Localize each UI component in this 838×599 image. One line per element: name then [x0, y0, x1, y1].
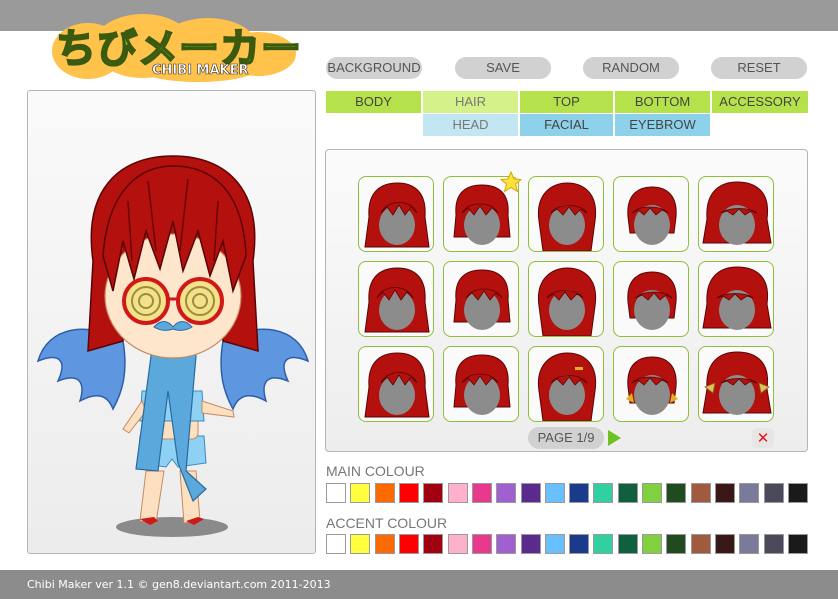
hair-style-thumbnail	[364, 267, 430, 333]
accent-colour-swatch[interactable]	[642, 534, 662, 554]
main-colour-swatch[interactable]	[399, 483, 419, 503]
main-colour-swatch[interactable]	[666, 483, 686, 503]
tab-head[interactable]: HEAD	[423, 114, 518, 136]
hair-option-6[interactable]	[358, 261, 434, 337]
accent-colour-swatch[interactable]	[375, 534, 395, 554]
hair-option-11[interactable]	[358, 346, 434, 422]
accent-colour-swatch[interactable]	[448, 534, 468, 554]
hair-option-4[interactable]	[613, 176, 689, 252]
accent-colour-swatch[interactable]	[569, 534, 589, 554]
hair-option-3[interactable]	[528, 176, 604, 252]
footer-credits: Chibi Maker ver 1.1 © gen8.deviantart.co…	[0, 570, 838, 599]
hair-style-thumbnail	[453, 354, 511, 415]
accent-colour-swatch[interactable]	[788, 534, 808, 554]
hair-option-14[interactable]	[613, 346, 689, 422]
accent-colour-swatch[interactable]	[618, 534, 638, 554]
hair-option-13[interactable]	[528, 346, 604, 422]
hair-style-thumbnail	[702, 266, 772, 330]
hair-style-thumbnail	[702, 181, 772, 245]
hair-option-5[interactable]	[698, 176, 774, 252]
accent-colour-swatch[interactable]	[399, 534, 419, 554]
random-button[interactable]: RANDOM	[583, 57, 679, 79]
chibi-character	[36, 155, 310, 537]
accent-colour-label: ACCENT COLOUR	[326, 515, 448, 531]
accent-colour-swatch[interactable]	[472, 534, 492, 554]
background-button[interactable]: BACKGROUND	[326, 57, 422, 79]
tab-top[interactable]: TOP	[520, 91, 613, 113]
hair-style-thumbnail	[537, 352, 597, 421]
hair-option-8[interactable]	[528, 261, 604, 337]
favorite-star-icon	[500, 171, 522, 193]
hair-option-7[interactable]	[443, 261, 519, 337]
main-colour-swatch[interactable]	[764, 483, 784, 503]
tab-body[interactable]: BODY	[326, 91, 421, 113]
hair-option-9[interactable]	[613, 261, 689, 337]
main-colour-swatch[interactable]	[569, 483, 589, 503]
page-indicator: PAGE 1/9	[528, 427, 604, 449]
tab-eyebrow[interactable]: EYEBROW	[615, 114, 710, 136]
main-colour-swatch[interactable]	[642, 483, 662, 503]
accent-colour-swatch[interactable]	[545, 534, 565, 554]
accent-colour-swatch[interactable]	[691, 534, 711, 554]
main-colour-swatch[interactable]	[739, 483, 759, 503]
main-colour-swatch[interactable]	[375, 483, 395, 503]
hair-option-10[interactable]	[698, 261, 774, 337]
logo-english-text: CHIBI MAKER	[152, 63, 249, 79]
accent-colour-swatch[interactable]	[666, 534, 686, 554]
next-page-arrow-icon[interactable]	[608, 430, 621, 446]
main-colour-swatch[interactable]	[350, 483, 370, 503]
accent-colour-swatch[interactable]	[350, 534, 370, 554]
hair-option-12[interactable]	[443, 346, 519, 422]
hair-style-thumbnail	[364, 352, 430, 418]
accent-colour-swatch[interactable]	[739, 534, 759, 554]
app-logo: ちびメーカー CHIBI MAKER	[48, 6, 302, 86]
main-colour-swatch[interactable]	[326, 483, 346, 503]
main-colour-swatch[interactable]	[545, 483, 565, 503]
tab-accessory[interactable]: ACCESSORY	[712, 91, 808, 113]
accent-colour-swatch[interactable]	[764, 534, 784, 554]
accent-colour-swatch[interactable]	[593, 534, 613, 554]
hair-style-thumbnail	[627, 186, 677, 245]
hair-style-thumbnail	[627, 271, 677, 330]
accent-colour-swatch[interactable]	[423, 534, 443, 554]
main-colour-swatch[interactable]	[593, 483, 613, 503]
character-preview	[27, 90, 316, 554]
hair-option-15[interactable]	[698, 346, 774, 422]
main-colour-swatch[interactable]	[423, 483, 443, 503]
hair-style-thumbnail	[537, 267, 597, 336]
main-colour-label: MAIN COLOUR	[326, 463, 425, 479]
accent-colour-swatch[interactable]	[521, 534, 541, 554]
tab-hair[interactable]: HAIR	[423, 91, 518, 113]
hair-style-thumbnail	[364, 182, 430, 248]
main-colour-swatch[interactable]	[448, 483, 468, 503]
main-colour-swatch[interactable]	[496, 483, 516, 503]
accent-colour-swatch[interactable]	[326, 534, 346, 554]
main-colour-swatch[interactable]	[788, 483, 808, 503]
hair-option-1[interactable]	[358, 176, 434, 252]
hair-style-thumbnail	[453, 269, 511, 330]
main-colour-swatch[interactable]	[691, 483, 711, 503]
accent-colour-swatch[interactable]	[715, 534, 735, 554]
tab-facial[interactable]: FACIAL	[520, 114, 613, 136]
reset-button[interactable]: RESET	[711, 57, 807, 79]
main-colour-swatch[interactable]	[618, 483, 638, 503]
save-button[interactable]: SAVE	[455, 57, 551, 79]
hair-style-thumbnail	[702, 351, 772, 415]
hair-style-thumbnail	[537, 182, 597, 251]
main-colour-swatch[interactable]	[715, 483, 735, 503]
main-colour-swatch[interactable]	[472, 483, 492, 503]
accent-colour-swatch[interactable]	[496, 534, 516, 554]
hair-style-thumbnail	[626, 356, 678, 415]
main-colour-swatch[interactable]	[521, 483, 541, 503]
remove-item-button[interactable]: ✕	[752, 428, 774, 448]
tab-bottom[interactable]: BOTTOM	[615, 91, 710, 113]
